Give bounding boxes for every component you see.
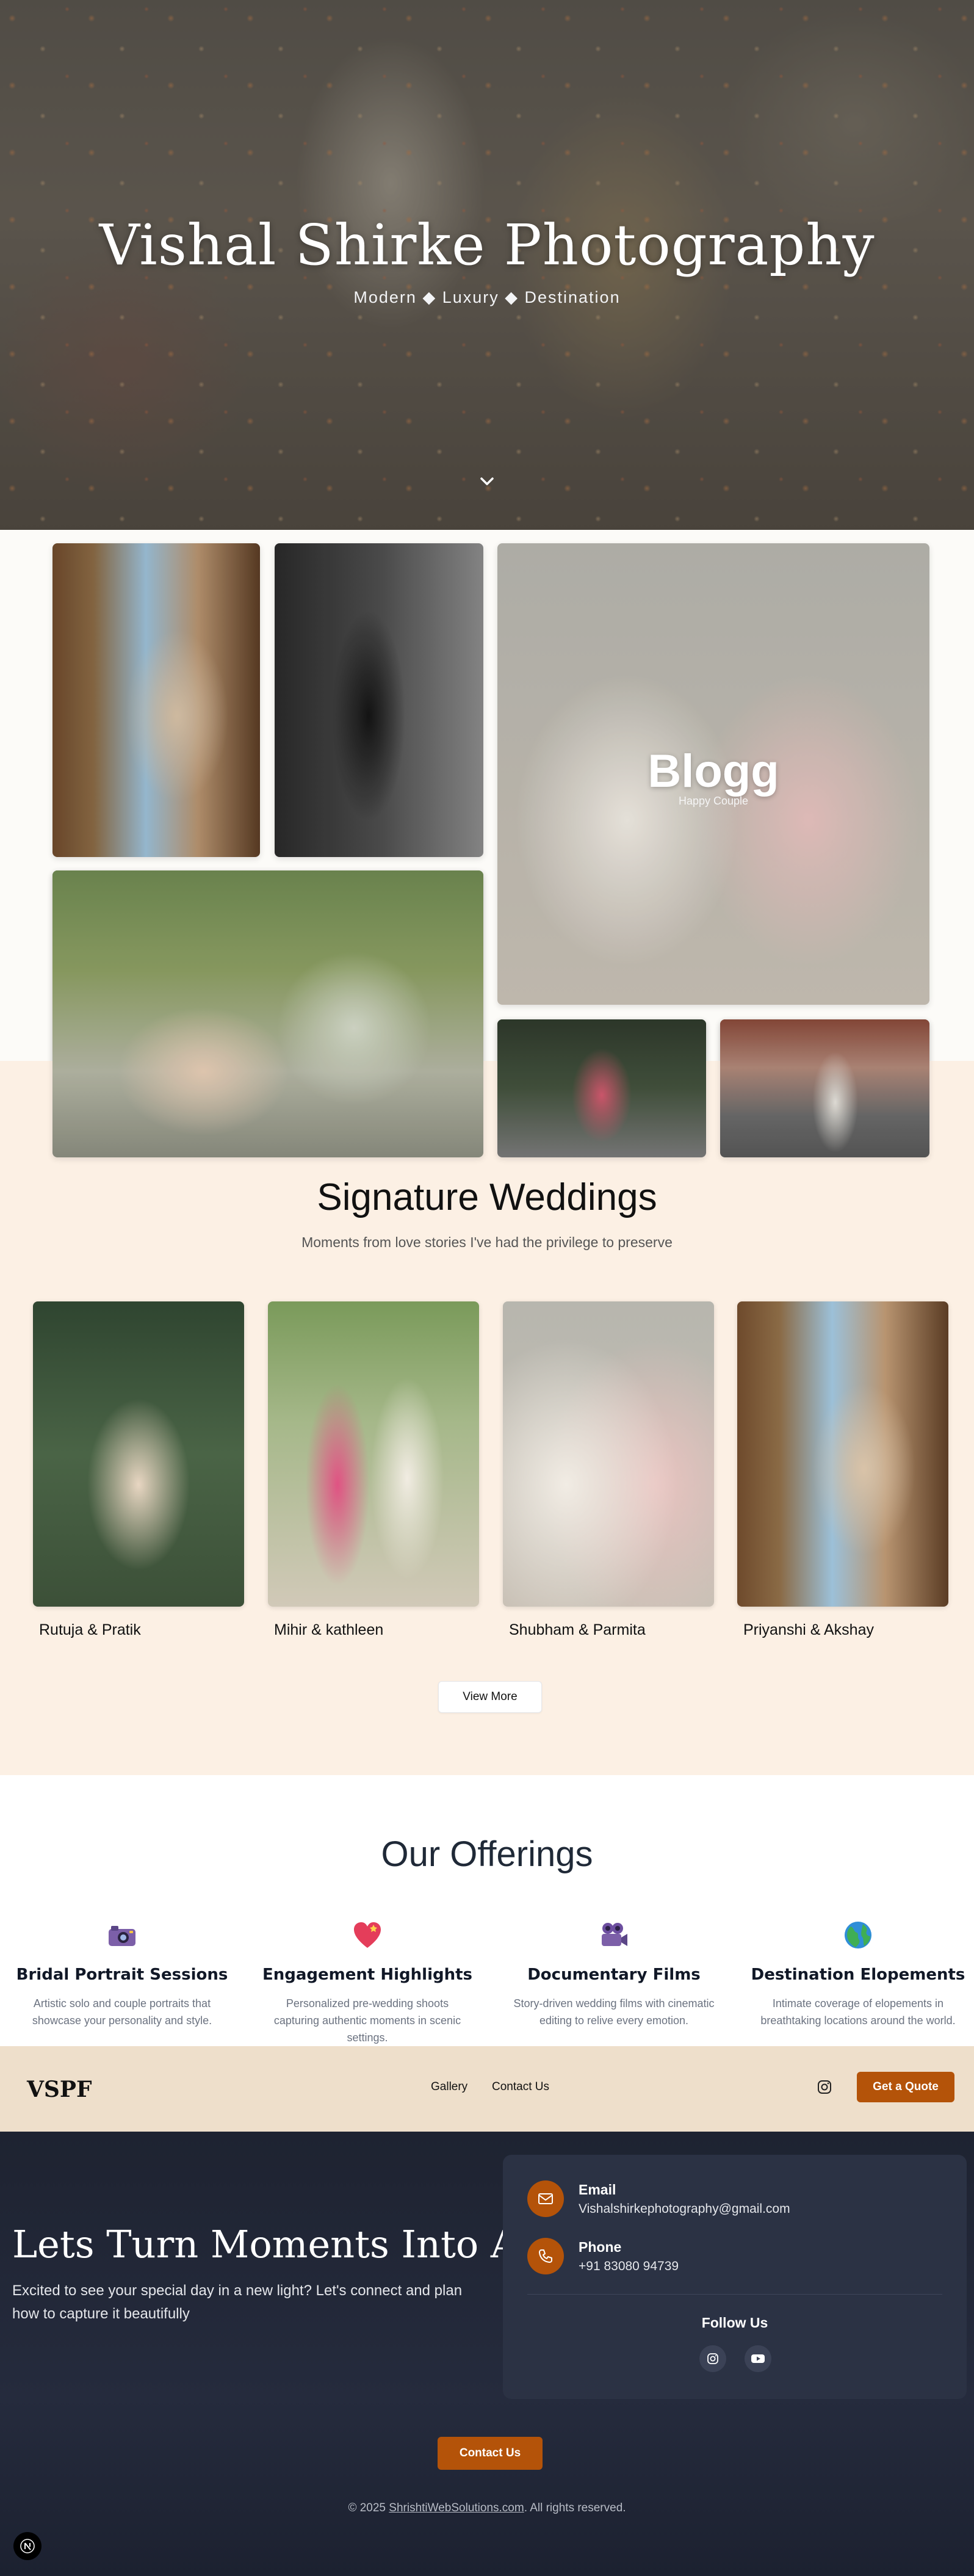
offering-title: Destination Elopements [751, 1966, 965, 1984]
offering-item: Destination Elopements Intimate coverage… [742, 1919, 974, 2029]
phone-row: Phone +91 83080 94739 [527, 2238, 679, 2274]
email-row: Email Vishalshirkephotography@gmail.com [527, 2180, 790, 2217]
section-title: Signature Weddings [317, 1176, 657, 1218]
wedding-photo[interactable] [33, 1301, 244, 1607]
email-label: Email [579, 2181, 616, 2198]
gallery-photo[interactable] [52, 543, 260, 857]
wedding-photo[interactable] [737, 1301, 948, 1607]
featured-blog-card[interactable]: Blogg Happy Couple [497, 543, 929, 1005]
wedding-photo[interactable] [268, 1301, 479, 1607]
chevron-down-icon[interactable] [477, 471, 497, 492]
offering-item: Bridal Portrait Sessions Artistic solo a… [6, 1919, 238, 2029]
gallery-photo[interactable] [52, 870, 483, 1157]
offering-description: Artistic solo and couple portraits that … [32, 1997, 212, 2027]
section-subtitle: Moments from love stories I've had the p… [301, 1234, 673, 1250]
view-more-button[interactable]: View More [438, 1681, 542, 1713]
instagram-icon[interactable] [815, 2078, 834, 2096]
offering-item: Documentary Films Story-driven wedding f… [498, 1919, 730, 2029]
phone-label: Phone [579, 2238, 622, 2255]
youtube-icon[interactable] [745, 2345, 771, 2372]
follow-us-label: Follow Us [701, 2315, 768, 2331]
email-value[interactable]: Vishalshirkephotography@gmail.com [579, 2202, 790, 2216]
offering-description: Story-driven wedding films with cinemati… [513, 1997, 715, 2027]
offering-title: Bridal Portrait Sessions [16, 1966, 228, 1984]
mail-icon[interactable] [527, 2180, 564, 2217]
contact-us-button[interactable]: Contact Us [438, 2437, 543, 2470]
camera-icon [106, 1919, 138, 1951]
couple-name: Shubham & Parmita [509, 1621, 646, 1638]
offering-item: Engagement Highlights Personalized pre-w… [251, 1919, 483, 2046]
contact-headline: Lets Turn Moments Into Art [12, 2222, 552, 2267]
couple-name: Priyanshi & Akshay [743, 1621, 874, 1638]
wedding-card[interactable]: Rutuja & Pratik [33, 1301, 244, 1639]
wedding-card[interactable]: Shubham & Parmita [503, 1301, 714, 1639]
offering-description: Intimate coverage of elopements in breat… [760, 1997, 956, 2027]
navbar: VSPF Gallery Contact Us Get a Quote [0, 2046, 974, 2132]
hero-subtitle: Modern ◆ Luxury ◆ Destination [353, 288, 621, 306]
gallery-photo[interactable] [720, 1019, 929, 1157]
divider [527, 2294, 942, 2295]
offerings-title: Our Offerings [381, 1834, 593, 1874]
contact-description: Excited to see your special day in a new… [12, 2282, 463, 2322]
offering-description: Personalized pre-wedding shoots capturin… [273, 1997, 461, 2044]
get-quote-button[interactable]: Get a Quote [857, 2072, 954, 2102]
gallery-photo[interactable] [275, 543, 483, 857]
gallery-photo[interactable] [497, 1019, 706, 1157]
featured-blog-subtitle: Happy Couple [678, 795, 749, 807]
wedding-photo[interactable] [503, 1301, 714, 1607]
instagram-icon[interactable] [699, 2345, 726, 2372]
couple-name: Rutuja & Pratik [39, 1621, 141, 1638]
heart-icon [352, 1919, 383, 1951]
contact-card: Email Vishalshirkephotography@gmail.com … [503, 2155, 967, 2399]
nav-link-contact[interactable]: Contact Us [492, 2080, 549, 2094]
offering-title: Documentary Films [527, 1966, 701, 1984]
wedding-card[interactable]: Mihir & kathleen [268, 1301, 479, 1639]
phone-icon[interactable] [527, 2238, 564, 2274]
featured-blog-title: Blogg [648, 745, 779, 797]
developer-link[interactable]: ShrishtiWebSolutions.com [389, 2502, 524, 2514]
nav-link-gallery[interactable]: Gallery [431, 2080, 467, 2094]
offering-title: Engagement Highlights [262, 1966, 473, 1984]
site-logo[interactable]: VSPF [27, 2077, 92, 2102]
globe-icon [842, 1919, 874, 1951]
film-camera-icon [598, 1919, 630, 1951]
phone-value[interactable]: +91 83080 94739 [579, 2259, 679, 2274]
wedding-card[interactable]: Priyanshi & Akshay [737, 1301, 948, 1639]
framework-badge-icon[interactable] [13, 2532, 41, 2560]
copyright: © 2025 ShrishtiWebSolutions.com. All rig… [348, 2502, 626, 2514]
hero-title: Vishal Shirke Photography [99, 212, 875, 278]
couple-name: Mihir & kathleen [274, 1621, 384, 1638]
